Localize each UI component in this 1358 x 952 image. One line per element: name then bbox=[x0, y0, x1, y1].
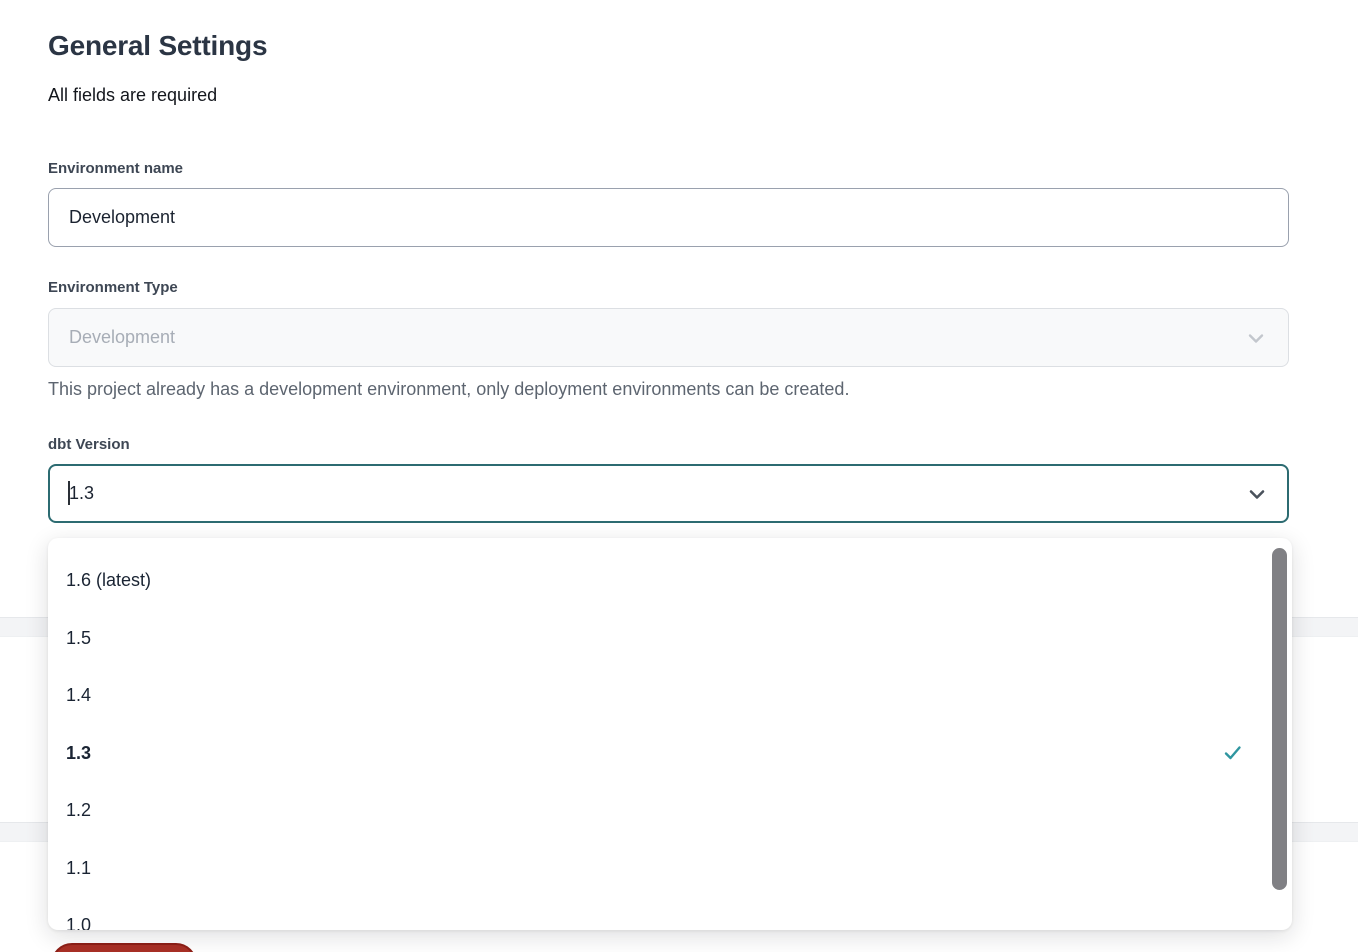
page-title: General Settings bbox=[48, 30, 267, 62]
settings-page: General Settings All fields are required… bbox=[0, 0, 1358, 952]
delete-button[interactable] bbox=[51, 943, 197, 952]
page-subtitle: All fields are required bbox=[48, 85, 217, 106]
option-1-4[interactable]: 1.4 bbox=[48, 667, 1292, 725]
option-1-5[interactable]: 1.5 bbox=[48, 610, 1292, 668]
dbt-version-label: dbt Version bbox=[48, 436, 130, 453]
dropdown-options: 1.6 (latest) 1.5 1.4 1.3 1.2 1.1 bbox=[48, 552, 1292, 930]
environment-type-select: Development bbox=[48, 308, 1289, 367]
option-1-6-latest[interactable]: 1.6 (latest) bbox=[48, 552, 1292, 610]
text-caret bbox=[68, 481, 70, 505]
option-1-2[interactable]: 1.2 bbox=[48, 782, 1292, 840]
dropdown-scrollbar[interactable] bbox=[1272, 548, 1287, 890]
environment-name-label: Environment name bbox=[48, 160, 183, 177]
environment-type-helper: This project already has a development e… bbox=[48, 379, 849, 400]
chevron-down-icon bbox=[1244, 326, 1268, 350]
dbt-version-dropdown: 1.6 (latest) 1.5 1.4 1.3 1.2 1.1 bbox=[48, 538, 1292, 930]
environment-type-value: Development bbox=[69, 327, 1244, 348]
option-1-1[interactable]: 1.1 bbox=[48, 840, 1292, 898]
dbt-version-value: 1.3 bbox=[68, 482, 1245, 506]
check-icon bbox=[1222, 742, 1244, 764]
environment-type-label: Environment Type bbox=[48, 279, 178, 296]
dbt-version-select[interactable]: 1.3 bbox=[48, 464, 1289, 523]
option-1-3[interactable]: 1.3 bbox=[48, 725, 1292, 783]
chevron-down-icon bbox=[1245, 482, 1269, 506]
option-1-0[interactable]: 1.0 bbox=[48, 897, 1292, 930]
environment-name-input[interactable] bbox=[48, 188, 1289, 247]
